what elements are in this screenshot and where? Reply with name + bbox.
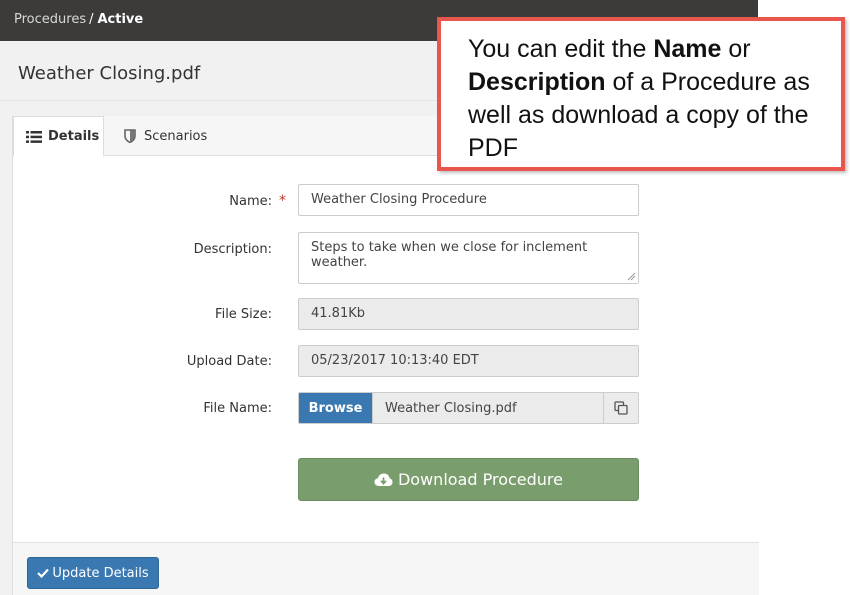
breadcrumb-parent-link[interactable]: Procedures [14,12,86,27]
tab-scenarios[interactable]: Scenarios [121,116,231,156]
name-input[interactable]: Weather Closing Procedure [298,184,639,216]
browse-button[interactable]: Browse [299,393,372,423]
tab-details[interactable]: Details [13,116,104,157]
update-details-label: Update Details [52,565,149,581]
breadcrumb-separator: / [89,12,94,27]
download-procedure-button[interactable]: Download Procedure [298,458,639,501]
panel-footer: Update Details [13,542,759,595]
description-textarea[interactable]: Steps to take when we close for inclemen… [298,232,639,284]
update-details-button[interactable]: Update Details [27,557,159,589]
callout-text-2: or [721,35,751,63]
download-procedure-label: Download Procedure [397,470,563,489]
name-label: Name: [229,194,272,209]
file-input-group: Browse Weather Closing.pdf [298,392,639,424]
tab-details-label: Details [48,129,100,144]
callout-bold-name: Name [653,35,722,63]
callout-bold-description: Description [468,68,606,96]
file-name-field: Weather Closing.pdf [372,393,603,423]
file-size-label: File Size: [215,307,272,322]
upload-date-label: Upload Date: [186,354,272,369]
file-name-label: File Name: [203,401,272,416]
required-marker: * [279,193,286,209]
cloud-download-icon [374,473,393,487]
breadcrumb: Procedures / Active [14,12,143,27]
list-icon [25,130,42,144]
description-text: Steps to take when we close for inclemen… [311,240,588,270]
resize-handle-icon[interactable] [626,271,636,281]
copy-button[interactable] [603,393,638,423]
details-panel: Details Scenarios Name: * Weather Closin… [12,116,759,595]
check-icon [37,568,50,578]
tab-scenarios-label: Scenarios [144,128,208,144]
copy-icon [614,401,628,415]
shield-icon [121,129,138,143]
file-size-field: 41.81Kb [298,298,639,330]
breadcrumb-current: Active [97,12,144,27]
page-title: Weather Closing.pdf [18,63,201,84]
upload-date-field: 05/23/2017 10:13:40 EDT [298,345,639,377]
callout-text-1: You can edit the [468,35,654,63]
tooltip-callout: You can edit the Name or Description of … [437,17,845,171]
description-label: Description: [193,242,272,257]
